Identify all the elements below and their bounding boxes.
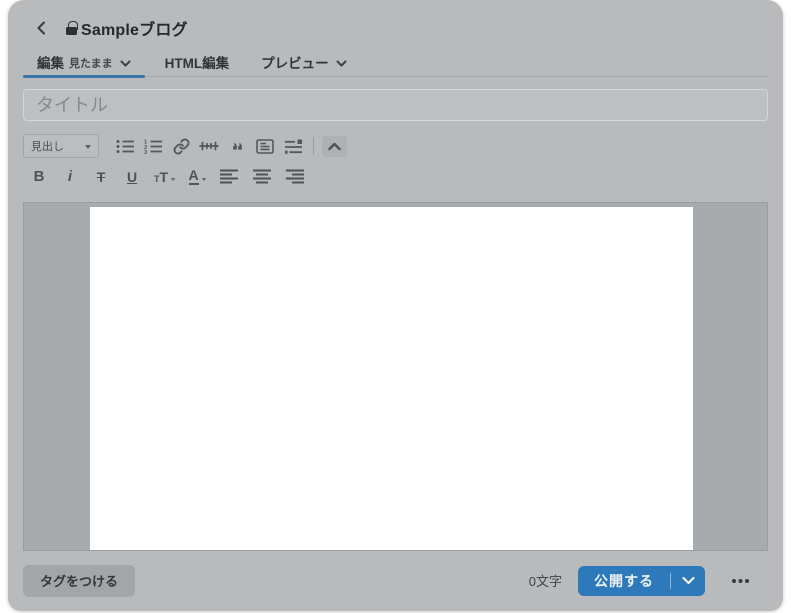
read-more-icon	[199, 138, 219, 154]
collapse-toolbar-button[interactable]	[322, 136, 347, 157]
blog-editor-window: Sampleブログ 編集 見たまま HTML編集 プレビュー 見出し	[8, 0, 783, 611]
heading-select-label: 見出し	[31, 138, 64, 154]
publish-options-button[interactable]	[671, 566, 705, 596]
align-center-icon	[252, 169, 272, 184]
underline-label: U	[127, 169, 137, 185]
tab-preview-label: プレビュー	[261, 52, 329, 72]
footer-bar: タグをつける 0文字 公開する	[8, 551, 783, 610]
svg-text:3: 3	[144, 150, 148, 154]
tab-edit-label: 編集	[37, 52, 64, 72]
strikethrough-button[interactable]: T	[88, 166, 114, 187]
editor-page[interactable]	[90, 207, 693, 550]
toolbar-block: 見出し 123	[23, 133, 768, 159]
blockquote-button[interactable]	[223, 133, 251, 159]
publish-split-button: 公開する	[578, 566, 705, 596]
read-more-button[interactable]	[195, 133, 223, 159]
font-color-button[interactable]: A	[184, 166, 210, 187]
toolbar-separator	[313, 137, 314, 155]
caret-down-icon	[85, 145, 91, 152]
lock-icon	[66, 21, 77, 35]
add-tag-button[interactable]: タグをつける	[23, 565, 135, 597]
header: Sampleブログ	[8, 0, 783, 40]
footnote-icon	[284, 139, 303, 154]
editor-canvas	[23, 202, 768, 551]
chevron-down-icon	[682, 576, 695, 585]
unordered-list-icon	[116, 139, 135, 154]
table-of-contents-button[interactable]	[251, 133, 279, 159]
align-right-button[interactable]	[281, 166, 309, 187]
chevron-left-icon	[34, 20, 50, 36]
align-left-button[interactable]	[215, 166, 243, 187]
blockquote-icon	[229, 139, 246, 154]
format-toolbar: B i T U TT A	[26, 166, 768, 187]
link-button[interactable]	[167, 133, 195, 159]
link-icon	[173, 138, 190, 155]
tab-html-edit-label: HTML編集	[165, 52, 230, 72]
italic-label: i	[68, 168, 72, 185]
underline-button[interactable]: U	[119, 166, 145, 187]
align-center-button[interactable]	[248, 166, 276, 187]
ordered-list-icon: 123	[144, 139, 163, 154]
ordered-list-button[interactable]: 123	[139, 133, 167, 159]
table-of-contents-icon	[256, 139, 274, 154]
tab-preview[interactable]: プレビュー	[249, 48, 359, 76]
tab-bar: 編集 見たまま HTML編集 プレビュー	[23, 48, 768, 77]
tab-html-edit[interactable]: HTML編集	[153, 48, 242, 76]
heading-style-select[interactable]: 見出し	[23, 134, 99, 158]
chevron-down-icon	[120, 60, 131, 67]
blog-title: Sampleブログ	[81, 16, 188, 40]
chevron-up-icon	[328, 142, 341, 151]
align-right-icon	[285, 169, 305, 184]
tab-edit[interactable]: 編集 見たまま	[23, 48, 145, 76]
font-size-button[interactable]: TT	[150, 166, 179, 187]
strikethrough-label: T	[97, 169, 106, 185]
publish-button[interactable]: 公開する	[578, 566, 670, 596]
caret-down-icon	[202, 178, 206, 183]
chevron-down-icon	[336, 60, 347, 67]
caret-down-icon	[171, 178, 175, 183]
footnote-button[interactable]	[279, 133, 307, 159]
back-button[interactable]	[32, 18, 52, 38]
char-count: 0文字	[529, 571, 562, 590]
more-options-button[interactable]	[727, 574, 754, 588]
align-left-icon	[219, 169, 239, 184]
ellipsis-icon	[731, 578, 750, 584]
bold-label: B	[34, 168, 45, 185]
italic-button[interactable]: i	[57, 166, 83, 187]
bold-button[interactable]: B	[26, 166, 52, 187]
font-color-label: A	[189, 168, 199, 185]
tab-edit-mode-label: 見たまま	[69, 55, 113, 71]
unordered-list-button[interactable]	[111, 133, 139, 159]
title-input[interactable]	[23, 89, 768, 121]
font-size-large-label: T	[160, 169, 169, 185]
